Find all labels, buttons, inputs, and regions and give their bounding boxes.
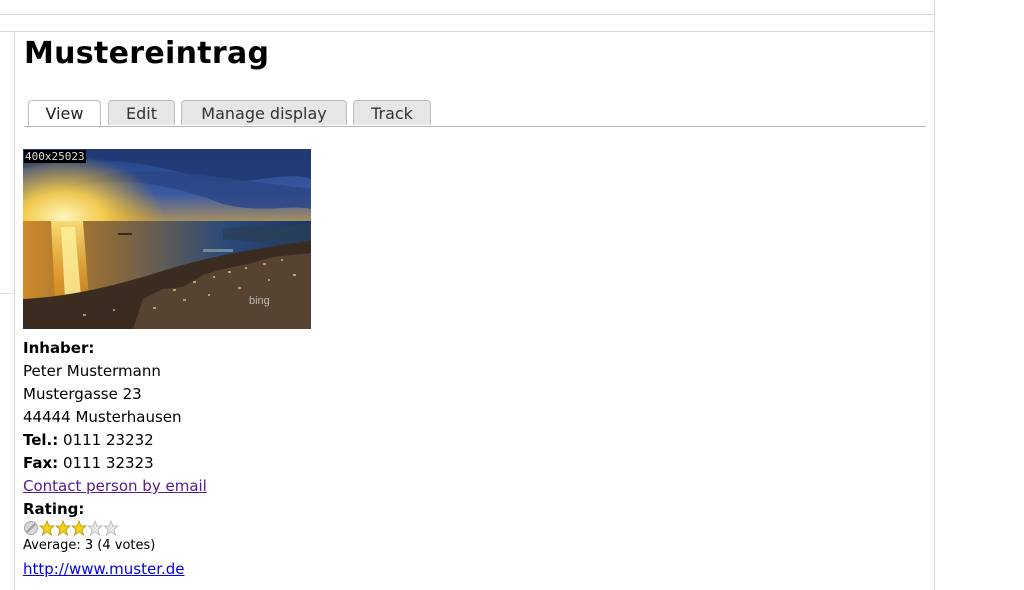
rating-heading: Rating: xyxy=(23,500,85,518)
tab-edit[interactable]: Edit xyxy=(108,100,175,125)
cancel-rating-icon[interactable] xyxy=(23,520,39,536)
left-edge-line xyxy=(0,31,14,32)
fax-label: Fax: xyxy=(23,454,59,472)
tel-row: Tel.: 0111 23232 xyxy=(23,429,207,452)
entry-photo: 400x25023 bing xyxy=(23,149,311,329)
tab-view[interactable]: View xyxy=(28,100,101,126)
star-icon-5[interactable] xyxy=(103,520,119,536)
rating-stars xyxy=(23,520,119,536)
left-stub-line xyxy=(0,293,14,294)
contact-details: Inhaber: Peter Mustermann Mustergasse 23… xyxy=(23,337,207,521)
tab-bar: View Edit Manage display Track xyxy=(24,100,926,127)
star-icon-2[interactable] xyxy=(55,520,71,536)
image-size-label: 400x25023 xyxy=(24,150,86,163)
contact-email-link[interactable]: Contact person by email xyxy=(23,477,207,495)
rating-average: Average: 3 (4 votes) xyxy=(23,538,156,553)
tel-value: 0111 23232 xyxy=(63,431,154,449)
main-content: Mustereintrag View Edit Manage display T… xyxy=(14,31,934,590)
owner-heading: Inhaber: xyxy=(23,339,95,357)
page-title: Mustereintrag xyxy=(24,36,270,71)
star-icon-4[interactable] xyxy=(87,520,103,536)
fax-value: 0111 32323 xyxy=(62,454,154,472)
website-link[interactable]: http://www.muster.de xyxy=(23,560,185,578)
owner-street: Mustergasse 23 xyxy=(23,385,142,403)
owner-city: 44444 Musterhausen xyxy=(23,408,182,426)
star-icon-3[interactable] xyxy=(71,520,87,536)
right-divider xyxy=(934,0,935,590)
website-row: http://www.muster.de xyxy=(23,558,185,581)
star-icon-1[interactable] xyxy=(39,520,55,536)
image-watermark: bing xyxy=(249,295,270,307)
tel-label: Tel.: xyxy=(23,431,59,449)
tab-track[interactable]: Track xyxy=(353,100,431,125)
tab-manage-display[interactable]: Manage display xyxy=(181,100,347,125)
header-strip xyxy=(0,0,934,15)
owner-name: Peter Mustermann xyxy=(23,362,161,380)
fax-row: Fax: 0111 32323 xyxy=(23,452,207,475)
